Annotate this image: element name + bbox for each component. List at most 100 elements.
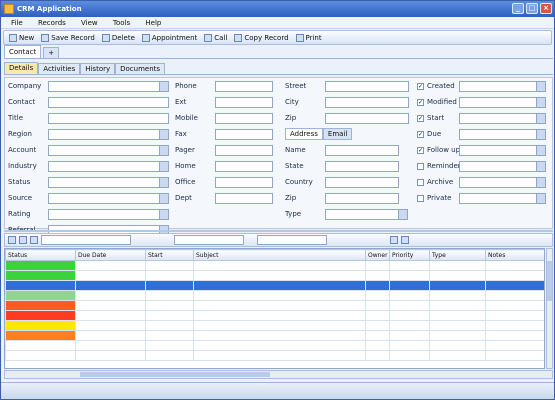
table-row[interactable] bbox=[5, 330, 544, 341]
scroll-thumb[interactable] bbox=[547, 261, 552, 301]
column-header-notes[interactable]: Notes bbox=[485, 249, 544, 261]
chevron-down-icon[interactable] bbox=[537, 80, 546, 92]
chevron-down-icon[interactable] bbox=[537, 176, 546, 188]
chevron-down-icon[interactable] bbox=[160, 80, 169, 92]
field-checkbox[interactable] bbox=[417, 178, 424, 186]
field-input[interactable] bbox=[215, 192, 273, 204]
table-row[interactable] bbox=[5, 320, 544, 331]
tab-address[interactable]: Address bbox=[285, 128, 323, 140]
field-input[interactable] bbox=[459, 144, 537, 156]
view-select[interactable] bbox=[174, 235, 244, 245]
field-input[interactable] bbox=[325, 192, 399, 204]
field-input[interactable] bbox=[459, 192, 537, 204]
field-input[interactable] bbox=[215, 96, 273, 108]
field-input[interactable] bbox=[325, 80, 409, 92]
field-input[interactable] bbox=[48, 128, 160, 140]
toolbar-button-0[interactable]: New bbox=[7, 32, 36, 44]
export-icon[interactable] bbox=[401, 236, 409, 244]
field-input[interactable] bbox=[215, 128, 273, 140]
field-input[interactable] bbox=[48, 144, 160, 156]
scroll-thumb[interactable] bbox=[80, 372, 270, 377]
table-row[interactable] bbox=[5, 270, 544, 281]
chevron-down-icon[interactable] bbox=[537, 128, 546, 140]
table-row[interactable] bbox=[5, 350, 544, 361]
tab-documents[interactable]: Documents bbox=[115, 63, 166, 74]
field-input[interactable] bbox=[325, 160, 399, 172]
field-input[interactable] bbox=[459, 96, 537, 108]
group-select[interactable] bbox=[257, 235, 327, 245]
chevron-down-icon[interactable] bbox=[537, 192, 546, 204]
chevron-down-icon[interactable] bbox=[160, 192, 169, 204]
table-row[interactable] bbox=[5, 310, 544, 321]
toolbar-button-2[interactable]: Delete bbox=[100, 32, 137, 44]
chevron-down-icon[interactable] bbox=[537, 160, 546, 172]
tab-contact[interactable]: Contact bbox=[4, 45, 42, 58]
column-header-due-date[interactable]: Due Date bbox=[75, 249, 146, 261]
table-row[interactable] bbox=[5, 260, 544, 271]
sort-icon[interactable] bbox=[19, 236, 27, 244]
refresh-icon[interactable] bbox=[30, 236, 38, 244]
grid-vertical-scrollbar[interactable] bbox=[546, 248, 553, 369]
toolbar-button-1[interactable]: Save Record bbox=[39, 32, 97, 44]
field-input[interactable] bbox=[215, 144, 273, 156]
field-input[interactable] bbox=[459, 160, 537, 172]
field-checkbox[interactable] bbox=[417, 194, 424, 202]
field-checkbox[interactable] bbox=[417, 162, 424, 170]
field-input[interactable] bbox=[48, 112, 169, 124]
table-row[interactable] bbox=[5, 300, 544, 311]
field-input[interactable] bbox=[325, 96, 409, 108]
field-input[interactable] bbox=[48, 80, 160, 92]
toolbar-button-4[interactable]: Call bbox=[202, 32, 229, 44]
field-input[interactable] bbox=[459, 80, 537, 92]
column-header-type[interactable]: Type bbox=[429, 249, 486, 261]
field-checkbox[interactable]: ✓ bbox=[417, 146, 424, 154]
field-input[interactable] bbox=[48, 192, 160, 204]
filter-select[interactable] bbox=[41, 235, 131, 245]
tab-add[interactable]: + bbox=[43, 47, 60, 58]
maximize-button[interactable]: □ bbox=[526, 3, 538, 14]
chevron-down-icon[interactable] bbox=[160, 176, 169, 188]
field-input[interactable] bbox=[215, 160, 273, 172]
tab-activities[interactable]: Activities bbox=[38, 63, 81, 74]
chevron-down-icon[interactable] bbox=[399, 208, 408, 220]
menu-tools[interactable]: Tools bbox=[113, 19, 130, 27]
table-row[interactable] bbox=[5, 340, 544, 351]
field-input[interactable] bbox=[459, 128, 537, 140]
menu-view[interactable]: View bbox=[81, 19, 98, 27]
chevron-down-icon[interactable] bbox=[160, 208, 169, 220]
field-input[interactable] bbox=[325, 208, 399, 220]
field-input[interactable] bbox=[325, 112, 409, 124]
tab-email[interactable]: Email bbox=[322, 128, 353, 140]
field-input[interactable] bbox=[215, 112, 273, 124]
splitter[interactable] bbox=[4, 230, 553, 232]
print-grid-icon[interactable] bbox=[390, 236, 398, 244]
field-input[interactable] bbox=[215, 80, 273, 92]
chevron-down-icon[interactable] bbox=[537, 144, 546, 156]
table-row[interactable] bbox=[5, 280, 544, 291]
field-checkbox[interactable]: ✓ bbox=[417, 114, 424, 122]
close-button[interactable]: × bbox=[540, 3, 552, 14]
tab-history[interactable]: History bbox=[80, 63, 116, 74]
title-bar[interactable]: CRM Application _ □ × bbox=[1, 1, 554, 17]
column-header-priority[interactable]: Priority bbox=[389, 249, 430, 261]
table-row[interactable] bbox=[5, 290, 544, 301]
grid-horizontal-scrollbar[interactable] bbox=[4, 370, 553, 379]
field-input[interactable] bbox=[459, 176, 537, 188]
field-input[interactable] bbox=[215, 176, 273, 188]
tab-details[interactable]: Details bbox=[4, 62, 39, 74]
field-input[interactable] bbox=[325, 176, 399, 188]
toolbar-button-3[interactable]: Appointment bbox=[140, 32, 199, 44]
chevron-down-icon[interactable] bbox=[160, 128, 169, 140]
menu-records[interactable]: Records bbox=[38, 19, 66, 27]
field-input[interactable] bbox=[48, 208, 160, 220]
column-header-owner[interactable]: Owner bbox=[365, 249, 390, 261]
field-input[interactable] bbox=[48, 176, 160, 188]
column-header-status[interactable]: Status bbox=[5, 249, 76, 261]
field-input[interactable] bbox=[325, 144, 399, 156]
menu-help[interactable]: Help bbox=[145, 19, 161, 27]
field-input[interactable] bbox=[459, 112, 537, 124]
toolbar-button-6[interactable]: Print bbox=[294, 32, 324, 44]
menu-file[interactable]: File bbox=[11, 19, 23, 27]
chevron-down-icon[interactable] bbox=[537, 112, 546, 124]
field-input[interactable] bbox=[48, 96, 169, 108]
